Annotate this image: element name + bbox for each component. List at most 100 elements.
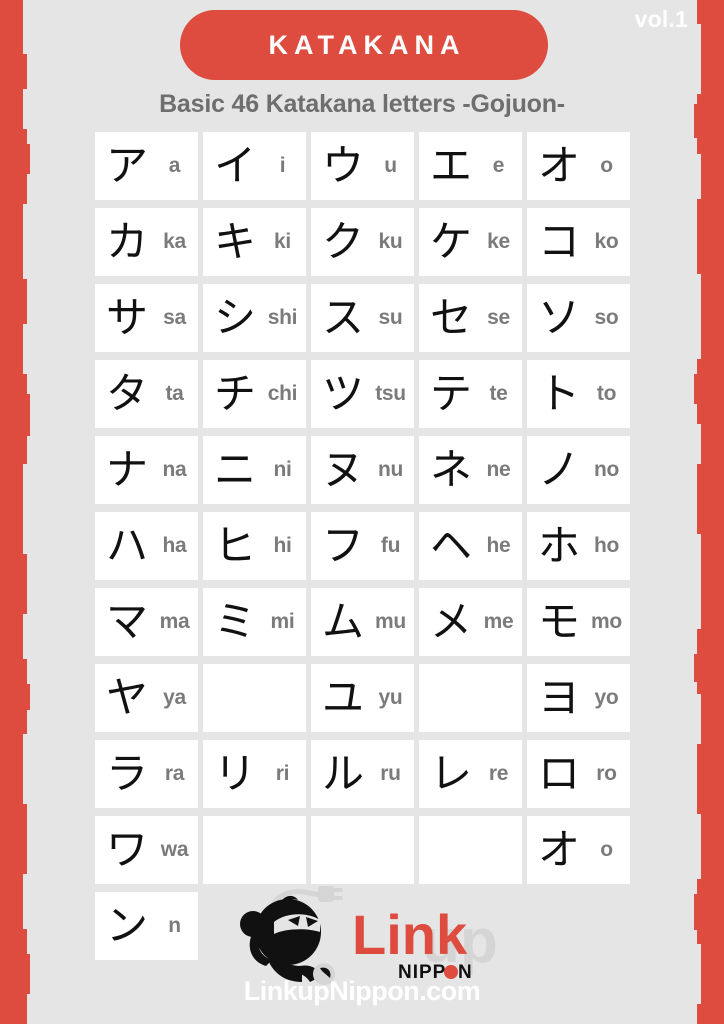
katakana-cell[interactable]: シ shi xyxy=(203,284,306,352)
katakana-cell-empty[interactable] xyxy=(203,664,306,732)
left-red-border xyxy=(0,0,30,1024)
katakana-character: ア xyxy=(105,141,148,190)
page-subtitle: Basic 46 Katakana letters -Gojuon- xyxy=(159,90,565,118)
katakana-cell[interactable]: ヒ hi xyxy=(203,512,306,580)
katakana-cell[interactable]: メ me xyxy=(419,588,522,656)
katakana-cell[interactable]: サ sa xyxy=(95,284,198,352)
katakana-character: オ xyxy=(537,141,580,190)
katakana-character: カ xyxy=(105,217,148,266)
romaji-label: ya xyxy=(163,686,186,709)
katakana-cell[interactable]: マ ma xyxy=(95,588,198,656)
romaji-label: o xyxy=(600,154,613,177)
katakana-cell[interactable]: ウu xyxy=(311,132,414,200)
katakana-cell[interactable]: コ ko xyxy=(527,208,630,276)
romaji-label: yu xyxy=(378,686,403,709)
katakana-cell[interactable]: ク ku xyxy=(311,208,414,276)
katakana-cell[interactable]: イi xyxy=(203,132,306,200)
katakana-cell[interactable]: ハ ha xyxy=(95,512,198,580)
katakana-cell[interactable]: ソ so xyxy=(527,284,630,352)
katakana-cell[interactable]: ニ ni xyxy=(203,436,306,504)
svg-text:Link: Link xyxy=(352,903,468,966)
katakana-cell[interactable]: モ mo xyxy=(527,588,630,656)
romaji-label: o xyxy=(600,838,613,861)
katakana-cell[interactable]: フ fu xyxy=(311,512,414,580)
romaji-label: chi xyxy=(267,382,298,405)
katakana-cell[interactable]: ケ ke xyxy=(419,208,522,276)
page-title-pill: KATAKANA xyxy=(180,10,548,80)
katakana-cell[interactable]: ス su xyxy=(311,284,414,352)
katakana-cell[interactable]: ツ tsu xyxy=(311,360,414,428)
katakana-cell[interactable]: ヤ ya xyxy=(95,664,198,732)
katakana-character: オ xyxy=(537,825,580,874)
katakana-row: アaイiウuエeオo xyxy=(95,132,630,200)
romaji-label: se xyxy=(487,306,510,329)
katakana-cell[interactable]: テ te xyxy=(419,360,522,428)
katakana-cell-empty[interactable] xyxy=(419,664,522,732)
romaji-label: su xyxy=(378,306,403,329)
katakana-cell[interactable]: ミ mi xyxy=(203,588,306,656)
katakana-row: ワ wa オ o xyxy=(95,816,630,884)
katakana-cell[interactable]: ヘ he xyxy=(419,512,522,580)
romaji-label: ko xyxy=(594,230,619,253)
katakana-character: ス xyxy=(321,293,364,342)
romaji-label: ku xyxy=(378,230,403,253)
katakana-character: イ xyxy=(213,141,256,190)
katakana-character: ロ xyxy=(537,749,580,798)
katakana-character: ナ xyxy=(105,445,148,494)
katakana-character: ワ xyxy=(105,825,148,874)
katakana-character: ヤ xyxy=(105,673,148,722)
katakana-character: フ xyxy=(321,521,364,570)
katakana-cell[interactable]: ワ wa xyxy=(95,816,198,884)
katakana-cell[interactable]: カ ka xyxy=(95,208,198,276)
katakana-character: コ xyxy=(537,217,580,266)
katakana-row: マ ma ミ mi ム mu メ me モ mo xyxy=(95,588,630,656)
katakana-cell[interactable]: キ ki xyxy=(203,208,306,276)
romaji-label: no xyxy=(593,458,620,481)
katakana-character: ヘ xyxy=(429,521,472,570)
katakana-cell[interactable]: ユ yu xyxy=(311,664,414,732)
katakana-row: ナ na ニ ni ヌ nu ネ ne ノ no xyxy=(95,436,630,504)
katakana-character: ミ xyxy=(213,597,256,646)
katakana-cell[interactable]: ム mu xyxy=(311,588,414,656)
katakana-cell-empty[interactable] xyxy=(311,816,414,884)
katakana-cell[interactable]: ロ ro xyxy=(527,740,630,808)
romaji-label: yo xyxy=(594,686,619,709)
romaji-label: mi xyxy=(270,610,295,633)
katakana-cell[interactable]: ホ ho xyxy=(527,512,630,580)
katakana-cell[interactable]: オo xyxy=(527,132,630,200)
katakana-row: ヤ ya ユ yu ヨ yo xyxy=(95,664,630,732)
katakana-cell[interactable]: ネ ne xyxy=(419,436,522,504)
romaji-label: to xyxy=(596,382,617,405)
romaji-label: ra xyxy=(164,762,185,785)
romaji-label: ho xyxy=(593,534,620,557)
katakana-cell[interactable]: ノ no xyxy=(527,436,630,504)
katakana-character: サ xyxy=(105,293,148,342)
romaji-label: a xyxy=(168,154,181,177)
katakana-cell-empty[interactable] xyxy=(419,816,522,884)
katakana-cell-empty[interactable] xyxy=(203,816,306,884)
katakana-character: リ xyxy=(213,749,256,798)
katakana-row: タ ta チ chi ツ tsu テ te ト to xyxy=(95,360,630,428)
katakana-cell[interactable]: ヨ yo xyxy=(527,664,630,732)
katakana-cell[interactable]: オo xyxy=(527,816,630,884)
right-red-border xyxy=(694,0,724,1024)
katakana-cell[interactable]: ナ na xyxy=(95,436,198,504)
katakana-cell[interactable]: ル ru xyxy=(311,740,414,808)
katakana-character: エ xyxy=(429,141,472,190)
romaji-label: wa xyxy=(160,838,189,861)
romaji-label: so xyxy=(594,306,619,329)
romaji-label: tsu xyxy=(375,382,406,405)
katakana-cell[interactable]: アa xyxy=(95,132,198,200)
katakana-character: ケ xyxy=(429,217,472,266)
katakana-poster: vol.1 KATAKANA Basic 46 Katakana letters… xyxy=(0,0,724,1024)
katakana-cell[interactable]: タ ta xyxy=(95,360,198,428)
katakana-cell[interactable]: チ chi xyxy=(203,360,306,428)
katakana-cell[interactable]: ヌ nu xyxy=(311,436,414,504)
romaji-label: na xyxy=(162,458,187,481)
katakana-cell[interactable]: ト to xyxy=(527,360,630,428)
katakana-cell[interactable]: レ re xyxy=(419,740,522,808)
katakana-cell[interactable]: ラ ra xyxy=(95,740,198,808)
katakana-cell[interactable]: リ ri xyxy=(203,740,306,808)
katakana-cell[interactable]: セ se xyxy=(419,284,522,352)
katakana-cell[interactable]: エe xyxy=(419,132,522,200)
